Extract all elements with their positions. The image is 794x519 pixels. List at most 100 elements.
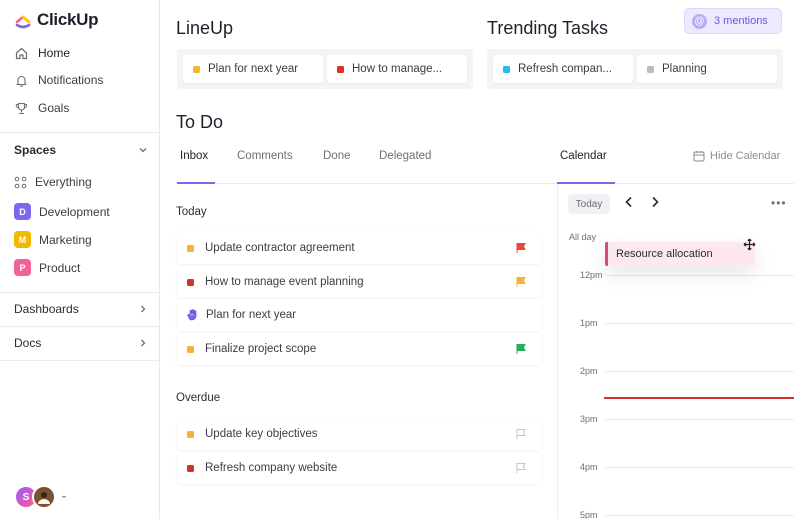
calendar-event[interactable]: Resource allocation [605, 242, 755, 266]
hour-label: 1pm [580, 318, 598, 328]
nav-goals[interactable]: Goals [14, 101, 69, 115]
spaces-header[interactable]: Spaces [14, 143, 148, 157]
grid-icon [14, 176, 27, 188]
tab-calendar[interactable]: Calendar [560, 150, 607, 162]
trending-item-label: Planning [662, 63, 707, 75]
avatar-photo[interactable] [32, 485, 56, 509]
task-label: Update key objectives [205, 428, 318, 440]
space-development[interactable]: D Development [14, 203, 110, 220]
space-development-label: Development [39, 204, 110, 219]
space-marketing-label: Marketing [39, 232, 92, 247]
nav-goals-label: Goals [38, 101, 70, 115]
trophy-icon [14, 101, 28, 115]
hide-calendar-label: Hide Calendar [710, 150, 781, 162]
task-label: Plan for next year [206, 309, 297, 321]
tab-comments[interactable]: Comments [237, 150, 293, 162]
status-square [503, 65, 510, 73]
trending-item[interactable]: Refresh compan... [493, 55, 633, 83]
chevron-right-icon [141, 305, 146, 313]
hour-line [604, 467, 794, 468]
flag-green-icon[interactable] [515, 343, 527, 355]
tab-delegated[interactable]: Delegated [379, 150, 431, 162]
hour-line [604, 419, 794, 420]
hour-label: 3pm [580, 414, 598, 424]
home-icon [14, 46, 28, 60]
lineup-item-label: How to manage... [352, 63, 443, 75]
flag-yellow-icon[interactable] [515, 276, 527, 288]
mentions-label: 3 mentions [714, 15, 768, 27]
trending-card: Refresh compan... Planning [487, 49, 783, 89]
space-badge: P [14, 259, 31, 276]
person-icon [38, 492, 50, 504]
hour-label: 5pm [580, 510, 598, 519]
lineup-card: Plan for next year How to manage... [177, 49, 473, 89]
task-row[interactable]: How to manage event planning [177, 266, 541, 298]
hour-line [604, 275, 794, 276]
task-row[interactable]: Finalize project scope [177, 333, 541, 365]
trending-title: Trending Tasks [487, 18, 609, 38]
space-badge: M [14, 231, 31, 248]
flag-red-icon[interactable] [515, 242, 527, 254]
clickup-logo[interactable]: ClickUp [14, 10, 99, 30]
clickup-logo-icon [15, 15, 31, 29]
task-row[interactable]: Plan for next year [177, 299, 541, 331]
drag-hand-icon[interactable] [187, 309, 198, 321]
space-product-label: Product [39, 260, 81, 275]
caret-down-icon[interactable] [60, 493, 68, 501]
lineup-item-label: Plan for next year [208, 63, 299, 75]
more-options-icon[interactable]: ••• [771, 196, 787, 210]
task-row[interactable]: Update contractor agreement [177, 232, 541, 264]
next-arrow-icon[interactable] [650, 196, 660, 208]
space-marketing[interactable]: M Marketing [14, 231, 92, 248]
hide-calendar-button[interactable]: Hide Calendar [693, 150, 780, 162]
hour-label: 12pm [580, 270, 603, 280]
nav-notifications-label: Notifications [38, 73, 104, 87]
move-cursor-icon [743, 238, 756, 251]
hour-line [604, 515, 794, 516]
chevron-right-icon [141, 339, 146, 347]
status-square [647, 65, 654, 73]
at-icon: @ [692, 13, 707, 29]
bell-icon [14, 73, 28, 87]
spaces-label: Spaces [14, 143, 57, 157]
sidebar: ClickUp Home Notifications Goals Spaces … [0, 0, 160, 519]
flag-empty-icon[interactable] [515, 428, 527, 440]
space-everything-label: Everything [35, 175, 92, 189]
trending-item[interactable]: Planning [637, 55, 777, 83]
docs-label: Docs [14, 336, 42, 350]
status-square [187, 278, 194, 286]
task-row[interactable]: Refresh company website [177, 452, 541, 484]
space-everything[interactable]: Everything [14, 175, 92, 189]
task-label: Refresh company website [205, 462, 338, 474]
today-button[interactable]: Today [568, 194, 610, 214]
chevron-down-icon[interactable] [138, 145, 148, 155]
task-label: Finalize project scope [205, 343, 317, 355]
lineup-item[interactable]: How to manage... [327, 55, 467, 83]
lineup-item[interactable]: Plan for next year [183, 55, 323, 83]
flag-empty-icon[interactable] [515, 462, 527, 474]
hour-label: 2pm [580, 366, 598, 376]
nav-home[interactable]: Home [14, 46, 70, 60]
nav-notifications[interactable]: Notifications [14, 73, 103, 87]
dashboards-row[interactable]: Dashboards [14, 302, 148, 316]
space-badge: D [14, 203, 31, 220]
mentions-button[interactable]: @ 3 mentions [684, 8, 782, 34]
user-avatars[interactable]: S [14, 485, 68, 509]
nav-home-label: Home [38, 46, 71, 60]
event-label: Resource allocation [616, 248, 713, 260]
group-title-overdue: Overdue [176, 392, 221, 404]
status-square [193, 65, 200, 73]
docs-row[interactable]: Docs [14, 336, 148, 350]
status-square [187, 464, 194, 472]
task-label: Update contractor agreement [205, 242, 355, 254]
status-square [337, 65, 344, 73]
space-product[interactable]: P Product [14, 259, 80, 276]
hour-label: 4pm [580, 462, 598, 472]
task-row[interactable]: Update key objectives [177, 418, 541, 450]
hour-line [604, 323, 794, 324]
app-name: ClickUp [37, 10, 99, 29]
tab-done[interactable]: Done [323, 150, 351, 162]
prev-arrow-icon[interactable] [624, 196, 634, 208]
task-label: How to manage event planning [205, 276, 364, 288]
tab-inbox[interactable]: Inbox [180, 150, 208, 162]
